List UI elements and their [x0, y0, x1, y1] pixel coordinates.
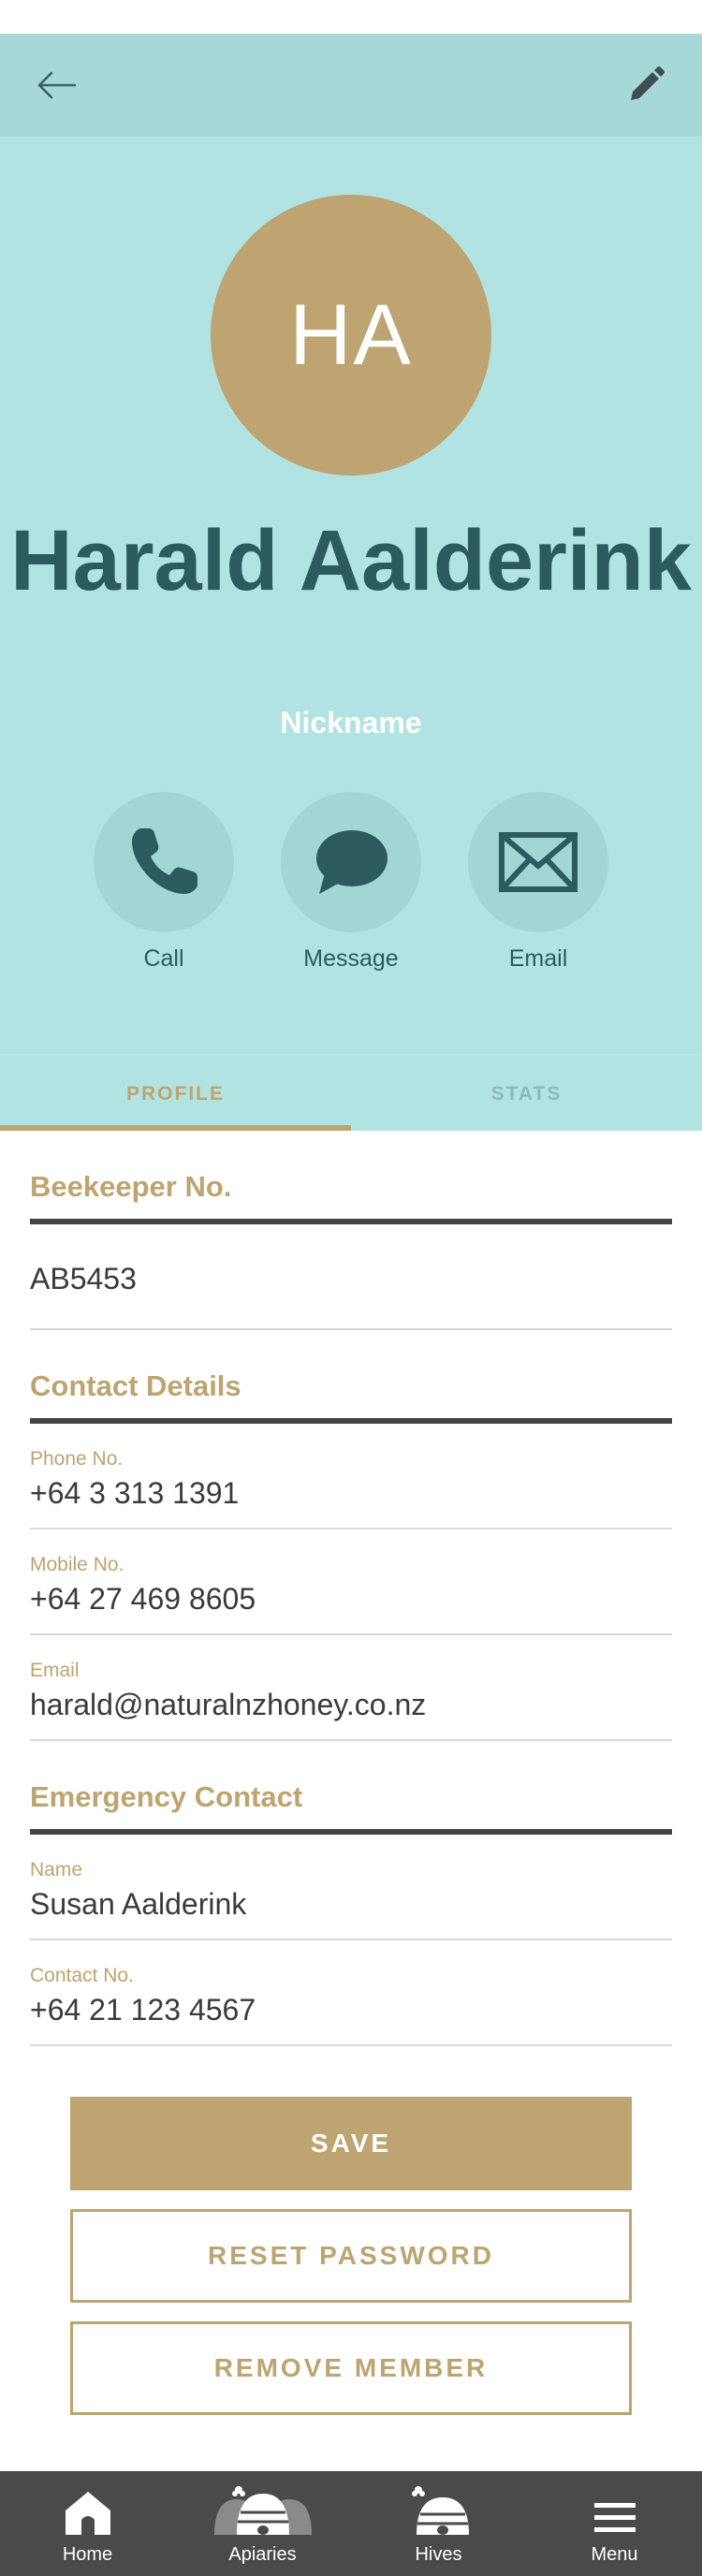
save-button[interactable]: SAVE — [70, 2097, 632, 2190]
phone-value: +64 3 313 1391 — [30, 1476, 240, 1510]
nav-apiaries[interactable]: Apiaries — [175, 2471, 350, 2576]
mobile-label: Mobile No. — [30, 1554, 124, 1575]
emergency-section-title: Emergency Contact — [30, 1741, 672, 1835]
contact-actions: Call Message Email — [0, 792, 702, 988]
nav-menu-icon-wrap — [527, 2484, 702, 2537]
beekeeper-section-title: Beekeeper No. — [30, 1131, 672, 1224]
emergency-name-field[interactable]: Name Susan Aalderink — [30, 1835, 672, 1940]
message-label: Message — [303, 945, 399, 972]
emergency-number-value: +64 21 123 4567 — [30, 1993, 256, 2027]
back-button[interactable] — [28, 57, 84, 113]
beekeeper-number-value: AB5453 — [30, 1262, 137, 1295]
phone-icon — [132, 828, 197, 894]
profile-tabs: PROFILE STATS — [0, 1054, 702, 1131]
status-bar-area — [0, 0, 702, 34]
call-label: Call — [143, 945, 184, 972]
top-bar — [0, 34, 702, 137]
message-button[interactable]: Message — [281, 792, 421, 988]
avatar-initials: HA — [289, 286, 413, 383]
pencil-icon — [631, 66, 665, 100]
email-circle — [468, 792, 608, 932]
email-value: harald@naturalnzhoney.co.nz — [30, 1688, 427, 1721]
email-label: Email — [508, 945, 568, 972]
home-icon — [65, 2492, 110, 2535]
speech-bubble-icon — [316, 830, 388, 894]
form-buttons: SAVE RESET PASSWORD REMOVE MEMBER — [70, 2097, 632, 2415]
mobile-value: +64 27 469 8605 — [30, 1582, 256, 1616]
message-circle — [281, 792, 421, 932]
nav-apiaries-icon-wrap — [175, 2484, 350, 2537]
nav-home[interactable]: Home — [0, 2471, 175, 2576]
phone-field[interactable]: Phone No. +64 3 313 1391 — [30, 1424, 672, 1530]
profile-form: Beekeeper No. AB5453 Contact Details Pho… — [30, 1131, 672, 2046]
email-field[interactable]: Email harald@naturalnzhoney.co.nz — [30, 1635, 672, 1741]
emergency-name-value: Susan Aalderink — [30, 1887, 247, 1921]
nav-home-icon-wrap — [0, 2484, 175, 2537]
remove-member-button[interactable]: REMOVE MEMBER — [70, 2321, 632, 2415]
hive-icon — [411, 2486, 469, 2535]
profile-header: HA Harald Aalderink Nickname Call Messag… — [0, 137, 702, 1054]
email-field-label: Email — [30, 1660, 80, 1681]
nav-home-label: Home — [62, 2544, 113, 2565]
nav-menu[interactable]: Menu — [527, 2471, 702, 2576]
email-button[interactable]: Email — [468, 792, 608, 988]
beekeeper-number-field[interactable]: AB5453 — [30, 1224, 672, 1330]
arrow-left-icon — [37, 71, 77, 99]
emergency-number-label: Contact No. — [30, 1965, 134, 1986]
nav-hives[interactable]: Hives — [351, 2471, 526, 2576]
hamburger-menu-icon — [593, 2503, 636, 2532]
edit-button[interactable] — [618, 57, 674, 113]
nav-menu-label: Menu — [591, 2544, 638, 2565]
bottom-navigation: Home Apiaries Hives Menu — [0, 2471, 702, 2576]
reset-password-button[interactable]: RESET PASSWORD — [70, 2209, 632, 2303]
nav-apiaries-label: Apiaries — [228, 2544, 297, 2565]
mobile-field[interactable]: Mobile No. +64 27 469 8605 — [30, 1530, 672, 1635]
tab-profile[interactable]: PROFILE — [0, 1056, 351, 1133]
nav-hives-icon-wrap — [351, 2484, 526, 2537]
avatar: HA — [211, 195, 491, 476]
phone-label: Phone No. — [30, 1448, 124, 1470]
member-name: Harald Aalderink — [10, 513, 692, 608]
contact-section-title: Contact Details — [30, 1330, 672, 1424]
member-nickname: Nickname — [280, 706, 422, 739]
nav-hives-label: Hives — [415, 2544, 462, 2565]
emergency-number-field[interactable]: Contact No. +64 21 123 4567 — [30, 1940, 672, 2046]
emergency-name-label: Name — [30, 1859, 83, 1881]
tab-stats[interactable]: STATS — [351, 1056, 702, 1133]
envelope-icon — [499, 832, 578, 892]
apiaries-icon — [213, 2486, 312, 2535]
call-button[interactable]: Call — [94, 792, 234, 988]
call-circle — [94, 792, 234, 932]
